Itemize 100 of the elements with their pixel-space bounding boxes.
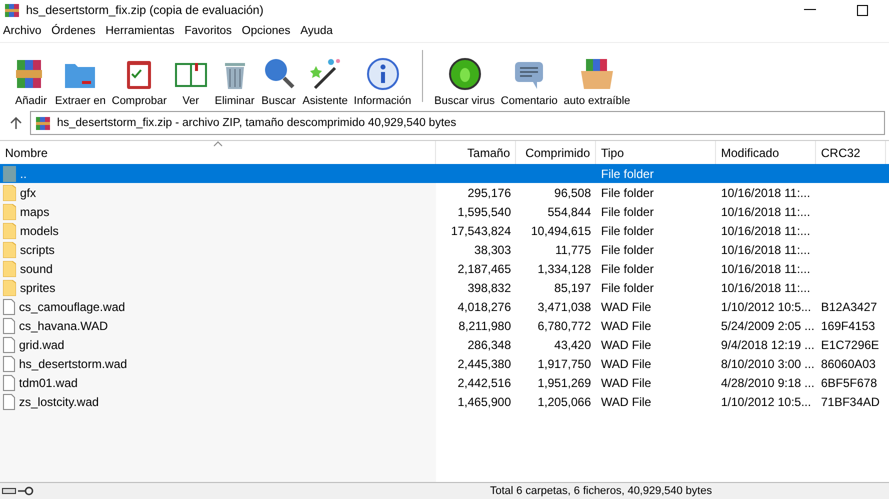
- table-cell-text: 1,205,066: [536, 394, 592, 408]
- toolbar-button[interactable]: Añadir: [10, 56, 52, 107]
- table-cell-text: 17,543,824: [450, 224, 512, 238]
- info-icon: [364, 56, 400, 92]
- file-row[interactable]: cs_camouflage.wad 4,018,276 3,471,038 WAD File 1/10/2012 10:5... B12A3427: [0, 297, 889, 316]
- address-field[interactable]: hs_desertstorm_fix.zip - archivo ZIP, tamaño descomprimido 40,929,540 bytes: [30, 111, 885, 135]
- window-title: hs_desertstorm_fix.zip (copia de evaluación): [26, 3, 264, 17]
- menu-item[interactable]: Ayuda: [297, 25, 340, 37]
- menu-item[interactable]: Órdenes: [48, 25, 102, 37]
- table-cell-text: File folder: [600, 204, 655, 218]
- table-cell-text: 10/16/2018 11:...: [720, 186, 812, 200]
- table-cell-text: File folder: [600, 166, 655, 180]
- toolbar-button[interactable]: Extraer en: [52, 56, 109, 107]
- file-icon: [3, 298, 15, 314]
- file-row[interactable]: scripts 38,303 11,775 File folder 10/16/2018 11:...: [0, 240, 889, 259]
- table-cell-text: 10/16/2018 11:...: [720, 242, 812, 256]
- name-cell: tdm01.wad: [19, 376, 78, 390]
- file-icon: [3, 374, 15, 390]
- table-cell-text: File folder: [600, 280, 655, 294]
- file-row[interactable]: grid.wad 286,348 43,420 WAD File 9/4/2018 12:19 ... E1C7296E: [0, 335, 889, 354]
- table-cell-text: File folder: [600, 262, 655, 276]
- name-cell: sound: [20, 262, 53, 276]
- folder-icon: [3, 184, 16, 200]
- toolbar-button[interactable]: Información: [350, 56, 414, 107]
- table-cell-text: 38,303: [473, 242, 512, 256]
- name-cell: ..: [20, 166, 27, 180]
- name-cell: sprites: [20, 280, 56, 294]
- table-cell-text: 169F4153: [820, 318, 876, 332]
- table-cell-text: 6BF5F678: [820, 376, 878, 390]
- table-cell-text: 86060A03: [820, 356, 877, 370]
- minimize-icon[interactable]: [804, 9, 816, 11]
- table-cell-text: 4/28/2010 9:18 ...: [720, 376, 816, 390]
- table-cell-text: 10/16/2018 11:...: [720, 280, 812, 294]
- table-cell-text: 3,471,038: [536, 300, 592, 314]
- table-cell-text: 6,780,772: [536, 318, 592, 332]
- table-cell-text: 10/16/2018 11:...: [720, 224, 812, 238]
- table-cell-text: 5/24/2009 2:05 ...: [720, 318, 816, 332]
- menu-item[interactable]: Opciones: [238, 25, 298, 37]
- table-cell-text: File folder: [600, 242, 655, 256]
- table-cell-text: 10/16/2018 11:...: [720, 262, 812, 276]
- table-cell-text: WAD File: [600, 300, 652, 314]
- toolbar-button[interactable]: Buscar virus: [431, 56, 498, 107]
- table-cell-text: 1/10/2012 10:5...: [720, 394, 812, 408]
- folder-icon: [3, 222, 16, 238]
- table-cell-text: 43,420: [553, 338, 592, 352]
- name-cell: grid.wad: [19, 338, 64, 352]
- name-cell: zs_lostcity.wad: [19, 394, 99, 408]
- table-cell-text: 85,197: [553, 280, 592, 294]
- toolbar-button[interactable]: Ver: [170, 56, 212, 107]
- table-cell-text: WAD File: [600, 318, 652, 332]
- file-row[interactable]: hs_desertstorm.wad 2,445,380 1,917,750 WAD File 8/10/2010 3:00 ... 86060A03: [0, 354, 889, 373]
- file-row[interactable]: maps 1,595,540 554,844 File folder 10/16/2018 11:...: [0, 202, 889, 221]
- menu-item[interactable]: Favoritos: [182, 25, 239, 37]
- menu-item[interactable]: Herramientas: [102, 25, 182, 37]
- table-cell-text: WAD File: [600, 338, 652, 352]
- table-cell-text: 71BF34AD: [820, 394, 881, 408]
- table-cell-text: 9/4/2018 12:19 ...: [720, 338, 816, 352]
- table-cell-text: WAD File: [600, 356, 652, 370]
- drive-icon: [2, 487, 16, 495]
- sort-caret-icon: [212, 141, 222, 147]
- maximize-icon[interactable]: [856, 4, 868, 16]
- file-icon: [3, 394, 15, 410]
- toolbar-button[interactable]: auto extraíble: [560, 56, 634, 107]
- toolbar-button[interactable]: Comprobar: [108, 56, 170, 107]
- table-cell-text: 2,442,516: [456, 376, 512, 390]
- file-row[interactable]: zs_lostcity.wad 1,465,900 1,205,066 WAD File 1/10/2012 10:5... 71BF34AD: [0, 392, 889, 411]
- file-row[interactable]: .. File folder: [0, 164, 889, 183]
- file-row[interactable]: sprites 398,832 85,197 File folder 10/16/2018 11:...: [0, 278, 889, 297]
- archive-icon: [4, 2, 20, 18]
- status-text: Total 6 carpetas, 6 ficheros, 40,929,540 bytes: [490, 485, 712, 497]
- menu-item[interactable]: Archivo: [0, 25, 48, 37]
- table-cell-text: 1/10/2012 10:5...: [720, 300, 812, 314]
- file-row[interactable]: cs_havana.WAD 8,211,980 6,780,772 WAD File 5/24/2009 2:05 ... 169F4153: [0, 316, 889, 335]
- folder-icon: [3, 280, 16, 296]
- file-row[interactable]: sound 2,187,465 1,334,128 File folder 10/16/2018 11:...: [0, 259, 889, 278]
- table-cell-text: 1,917,750: [536, 356, 592, 370]
- table-cell-text: 8/10/2010 3:00 ...: [720, 356, 816, 370]
- table-cell-text: 10,494,615: [530, 224, 592, 238]
- table-cell-text: WAD File: [600, 376, 652, 390]
- table-cell-text: 1,595,540: [456, 204, 512, 218]
- toolbar-button[interactable]: Comentario: [498, 56, 561, 107]
- key-icon: [18, 486, 34, 496]
- table-cell-text: 295,176: [466, 186, 512, 200]
- table-cell-text: 4,018,276: [456, 300, 512, 314]
- file-row[interactable]: models 17,543,824 10,494,615 File folder 10/16/2018 11:...: [0, 221, 889, 240]
- up-arrow-icon[interactable]: [10, 117, 22, 129]
- folder-icon: [3, 204, 16, 220]
- file-row[interactable]: gfx 295,176 96,508 File folder 10/16/2018 11:...: [0, 183, 889, 202]
- archive-icon: [35, 115, 51, 131]
- folder-icon: [3, 260, 16, 276]
- table-cell-text: E1C7296E: [820, 338, 880, 352]
- name-cell: cs_havana.WAD: [19, 318, 108, 332]
- toolbar-button[interactable]: Asistente: [300, 56, 351, 107]
- toolbar-button[interactable]: Buscar: [258, 56, 300, 107]
- table-cell-text: 2,187,465: [456, 262, 512, 276]
- toolbar-button[interactable]: Eliminar: [212, 56, 258, 107]
- table-cell-text: 286,348: [466, 338, 512, 352]
- file-row[interactable]: tdm01.wad 2,442,516 1,951,269 WAD File 4/28/2010 9:18 ... 6BF5F678: [0, 373, 889, 392]
- table-cell-text: 10/16/2018 11:...: [720, 204, 812, 218]
- file-icon: [3, 356, 15, 372]
